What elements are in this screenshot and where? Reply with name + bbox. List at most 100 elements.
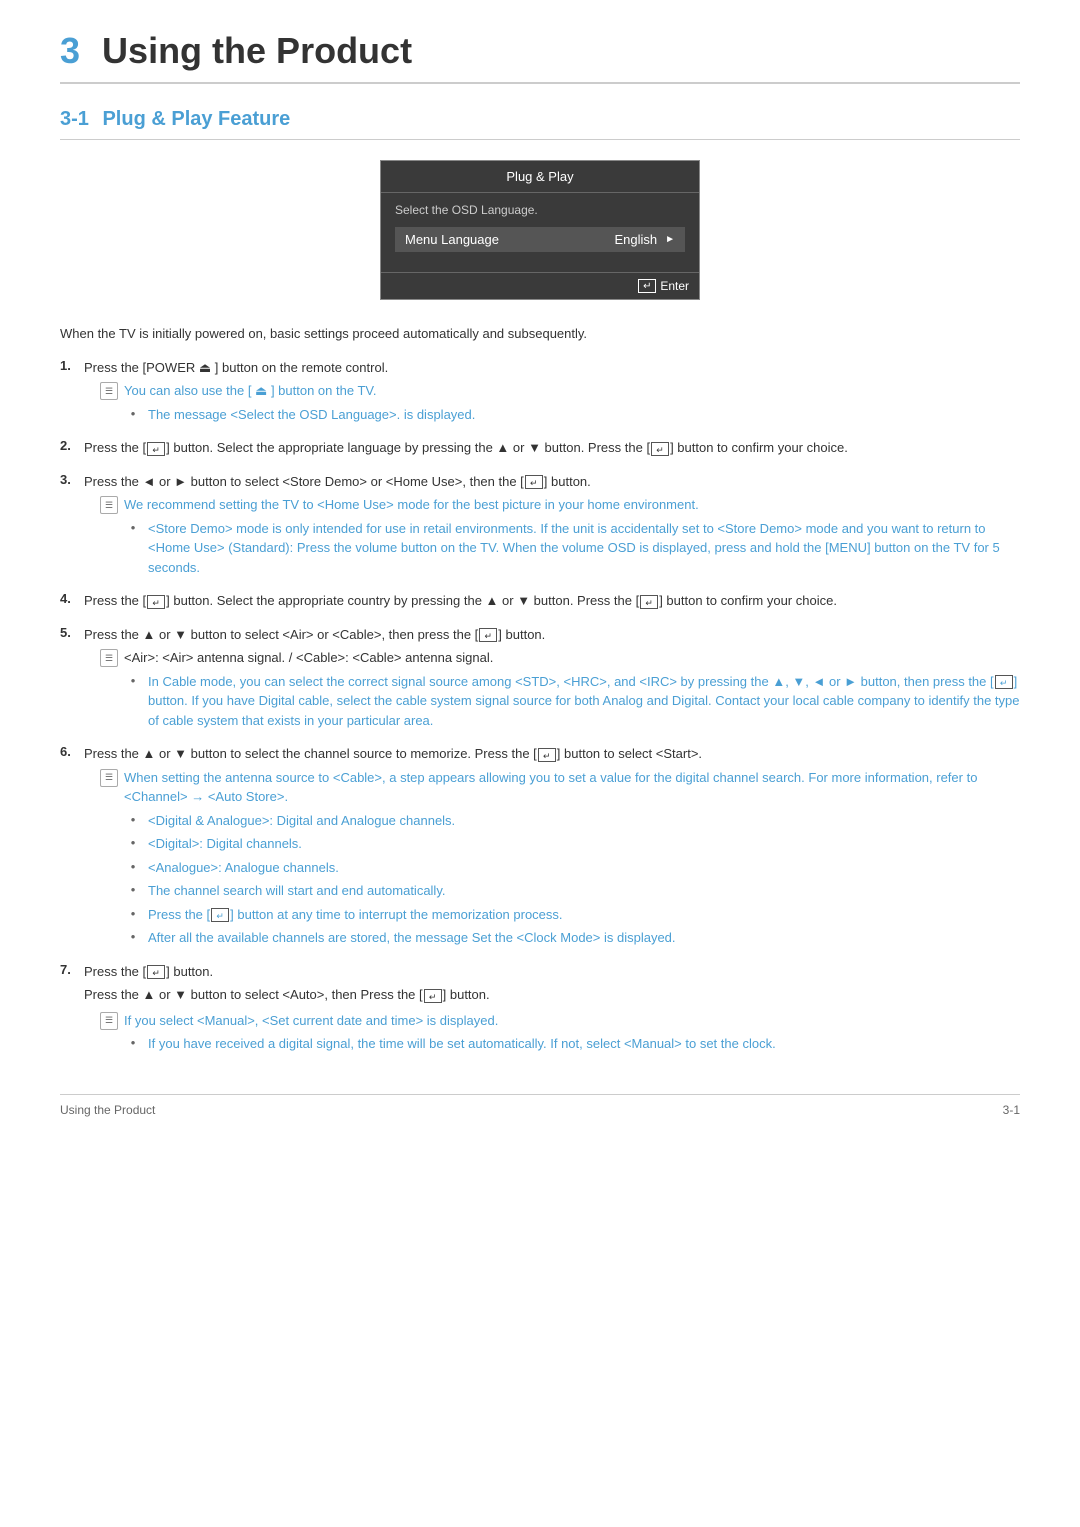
step-6-note-5: • The channel search will start and end … <box>124 881 1020 901</box>
step-4-line: 4. Press the [↵] button. Select the appr… <box>60 591 1020 611</box>
step-6-note-4-text: <Analogue>: Analogue channels. <box>148 858 1020 878</box>
footer-left: Using the Product <box>60 1103 155 1117</box>
note-bullet: • <box>124 406 142 421</box>
step-5-note-1: ☰ <Air>: <Air> antenna signal. / <Cable>… <box>100 648 1020 668</box>
step-3-note-1-text: We recommend setting the TV to <Home Use… <box>124 495 1020 515</box>
enter-inline-icon: ↵ <box>147 442 165 456</box>
enter-inline-icon-3: ↵ <box>525 475 543 489</box>
intro-text: When the TV is initially powered on, bas… <box>60 324 1020 344</box>
step-6-num: 6. <box>60 744 84 759</box>
page-wrapper: 3 Using the Product 3-1 Plug & Play Feat… <box>0 0 1080 1157</box>
step-3-note-2-text: <Store Demo> mode is only intended for u… <box>148 519 1020 578</box>
step-1-note-1: ☰ You can also use the [ ⏏ ] button on t… <box>100 381 1020 401</box>
osd-dialog: Plug & Play Select the OSD Language. Men… <box>380 160 700 300</box>
step-1-note-2: • The message <Select the OSD Language>.… <box>124 405 1020 425</box>
step-6-note-1-text: When setting the antenna source to <Cabl… <box>124 768 1020 807</box>
step-6-line: 6. Press the ▲ or ▼ button to select the… <box>60 744 1020 764</box>
step-1-note-1-text: You can also use the [ ⏏ ] button on the… <box>124 381 1020 401</box>
note-icon-5: ☰ <box>100 649 118 667</box>
note-icon-6: ☰ <box>100 769 118 787</box>
section-title-text: Plug & Play Feature <box>102 108 290 130</box>
step-7-sub-text: Press the ▲ or ▼ button to select <Auto>… <box>84 987 490 1002</box>
step-3: 3. Press the ◄ or ► button to select <St… <box>60 472 1020 578</box>
step-5-note-2: • In Cable mode, you can select the corr… <box>124 672 1020 731</box>
note-bullet-6-5: • <box>124 882 142 897</box>
step-6-note-3: • <Digital>: Digital channels. <box>124 834 1020 854</box>
note-bullet-5-2: • <box>124 673 142 688</box>
osd-row-value: English <box>614 232 657 247</box>
note-icon-3: ☰ <box>100 496 118 514</box>
step-7-note-1: ☰ If you select <Manual>, <Set current d… <box>100 1011 1020 1031</box>
step-7-notes: ☰ If you select <Manual>, <Set current d… <box>100 1011 1020 1054</box>
step-1-num: 1. <box>60 358 84 373</box>
section-header: 3-1 Plug & Play Feature <box>60 108 1020 140</box>
osd-footer: ↵ Enter <box>381 272 699 299</box>
step-2-num: 2. <box>60 438 84 453</box>
enter-inline-icon-2: ↵ <box>651 442 669 456</box>
enter-icon: ↵ <box>638 279 656 293</box>
step-7-text: Press the [↵] button. <box>84 962 1020 982</box>
chapter-title: 3 Using the Product <box>60 30 412 71</box>
chapter-title-text: Using the Product <box>102 30 412 71</box>
step-7-line: 7. Press the [↵] button. <box>60 962 1020 982</box>
enter-inline-6b: ↵ <box>211 908 229 922</box>
chapter-header: 3 Using the Product <box>60 30 1020 84</box>
step-3-num: 3. <box>60 472 84 487</box>
step-5: 5. Press the ▲ or ▼ button to select <Ai… <box>60 625 1020 731</box>
page-footer: Using the Product 3-1 <box>60 1094 1020 1117</box>
step-6-note-2: • <Digital & Analogue>: Digital and Anal… <box>124 811 1020 831</box>
step-3-note-1: ☰ We recommend setting the TV to <Home U… <box>100 495 1020 515</box>
enter-inline-4b: ↵ <box>640 595 658 609</box>
step-6-note-4: • <Analogue>: Analogue channels. <box>124 858 1020 878</box>
step-4-num: 4. <box>60 591 84 606</box>
step-2-text: Press the [↵] button. Select the appropr… <box>84 438 1020 458</box>
step-6-note-6-text: Press the [↵] button at any time to inte… <box>148 905 1020 925</box>
osd-title-bar: Plug & Play <box>381 161 699 193</box>
step-7-note-2-text: If you have received a digital signal, t… <box>148 1034 1020 1054</box>
note-bullet-6-6: • <box>124 906 142 921</box>
osd-row: Menu Language English ► <box>395 227 685 252</box>
step-6-note-1: ☰ When setting the antenna source to <Ca… <box>100 768 1020 807</box>
step-3-line: 3. Press the ◄ or ► button to select <St… <box>60 472 1020 492</box>
step-5-note-1-text: <Air>: <Air> antenna signal. / <Cable>: … <box>124 648 1020 668</box>
step-5-note-2-text: In Cable mode, you can select the correc… <box>148 672 1020 731</box>
note-bullet-6-3: • <box>124 835 142 850</box>
step-1: 1. Press the [POWER ⏏ ] button on the re… <box>60 358 1020 425</box>
step-1-note-2-text: The message <Select the OSD Language>. i… <box>148 405 1020 425</box>
osd-row-arrow: ► <box>665 234 675 245</box>
step-5-line: 5. Press the ▲ or ▼ button to select <Ai… <box>60 625 1020 645</box>
step-7-note-2: • If you have received a digital signal,… <box>124 1034 1020 1054</box>
step-6-note-7-text: After all the available channels are sto… <box>148 928 1020 948</box>
step-6-note-3-text: <Digital>: Digital channels. <box>148 834 1020 854</box>
note-icon-7: ☰ <box>100 1012 118 1030</box>
osd-title: Plug & Play <box>506 169 573 184</box>
footer-right: 3-1 <box>1003 1103 1020 1117</box>
step-6-note-7: • After all the available channels are s… <box>124 928 1020 948</box>
enter-inline-7b: ↵ <box>424 989 442 1003</box>
note-bullet-3-2: • <box>124 520 142 535</box>
step-6-notes: ☰ When setting the antenna source to <Ca… <box>100 768 1020 948</box>
step-2: 2. Press the [↵] button. Select the appr… <box>60 438 1020 458</box>
section-title: 3-1 Plug & Play Feature <box>60 108 290 130</box>
step-6: 6. Press the ▲ or ▼ button to select the… <box>60 744 1020 948</box>
enter-inline-7: ↵ <box>147 965 165 979</box>
step-3-text: Press the ◄ or ► button to select <Store… <box>84 472 1020 492</box>
note-bullet-7-2: • <box>124 1035 142 1050</box>
osd-row-label: Menu Language <box>405 232 614 247</box>
enter-inline-4: ↵ <box>147 595 165 609</box>
note-bullet-6-4: • <box>124 859 142 874</box>
section-num: 3-1 <box>60 108 89 130</box>
step-7: 7. Press the [↵] button. Press the ▲ or … <box>60 962 1020 1054</box>
step-1-line: 1. Press the [POWER ⏏ ] button on the re… <box>60 358 1020 378</box>
enter-inline-5b: ↵ <box>995 675 1013 689</box>
enter-inline-5: ↵ <box>479 628 497 642</box>
step-4: 4. Press the [↵] button. Select the appr… <box>60 591 1020 611</box>
step-5-num: 5. <box>60 625 84 640</box>
step-2-line: 2. Press the [↵] button. Select the appr… <box>60 438 1020 458</box>
note-bullet-6-7: • <box>124 929 142 944</box>
note-icon: ☰ <box>100 382 118 400</box>
step-1-text: Press the [POWER ⏏ ] button on the remot… <box>84 358 1020 378</box>
step-3-note-2: • <Store Demo> mode is only intended for… <box>124 519 1020 578</box>
step-6-note-5-text: The channel search will start and end au… <box>148 881 1020 901</box>
step-5-text: Press the ▲ or ▼ button to select <Air> … <box>84 625 1020 645</box>
